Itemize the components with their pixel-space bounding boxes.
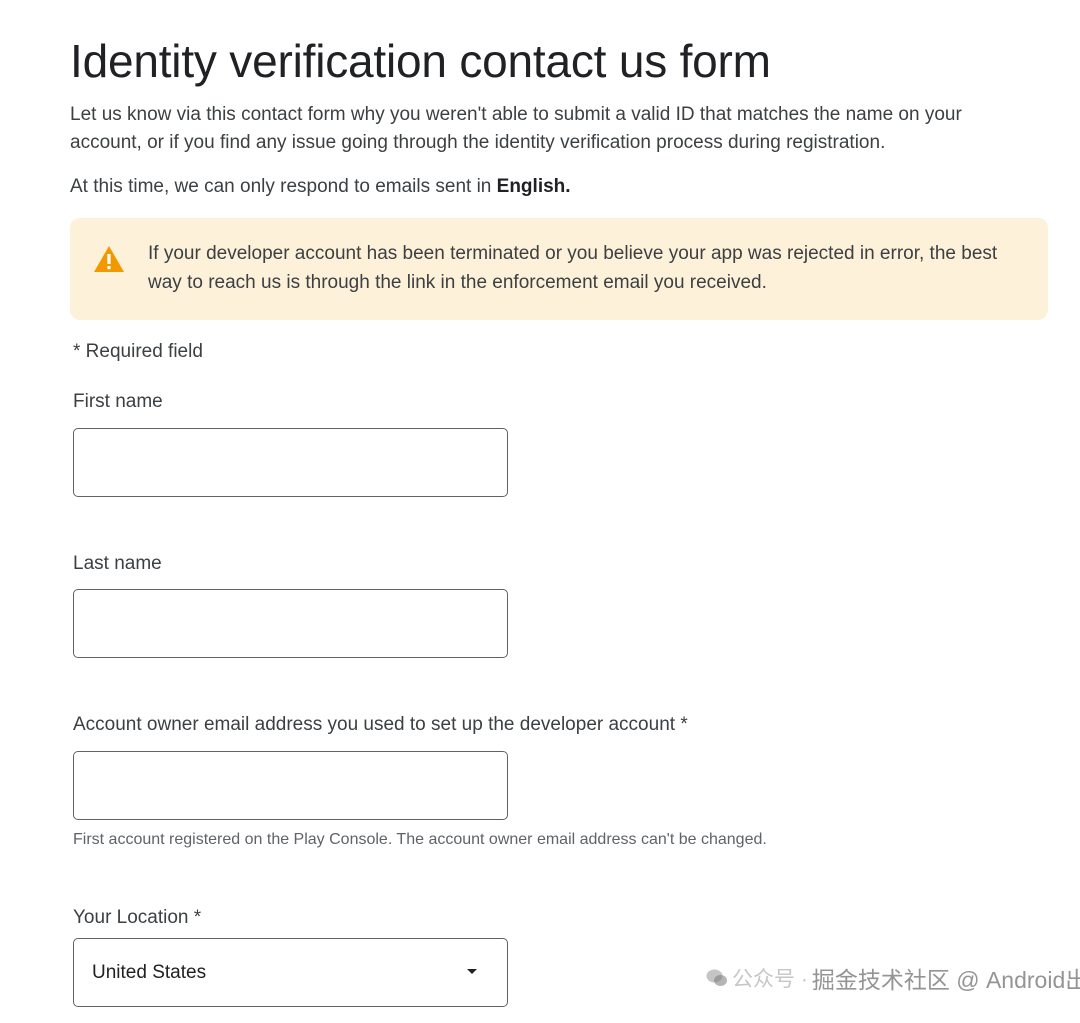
location-label: Your Location *	[73, 907, 202, 928]
location-select[interactable]: United States	[73, 938, 508, 1007]
watermark: 公众号 · 掘金技术社区 @ Android出海	[706, 960, 1080, 996]
intro-text: Let us know via this contact form why yo…	[70, 104, 962, 153]
language-note-bold: English.	[496, 176, 571, 197]
warning-triangle-icon	[94, 246, 124, 272]
first-name-label: First name	[73, 391, 163, 412]
first-name-input[interactable]	[73, 428, 508, 497]
email-label: Account owner email address you used to …	[73, 714, 688, 735]
warning-banner: If your developer account has been termi…	[70, 218, 1048, 320]
warning-text: If your developer account has been termi…	[148, 243, 998, 293]
required-field-note: * Required field	[73, 341, 203, 362]
wechat-icon	[706, 969, 727, 986]
page-title: Identity verification contact us form	[70, 35, 771, 87]
caret-down-icon	[467, 969, 477, 974]
language-note: At this time, we can only respond to ema…	[70, 173, 571, 201]
last-name-label: Last name	[73, 553, 162, 574]
last-name-input[interactable]	[73, 589, 508, 658]
watermark-prefix: 公众号 ·	[732, 968, 808, 991]
location-selected-value: United States	[92, 962, 207, 983]
email-helper-text: First account registered on the Play Con…	[73, 831, 767, 848]
language-note-text: At this time, we can only respond to ema…	[70, 176, 497, 197]
email-input[interactable]	[73, 751, 508, 820]
watermark-text: 掘金技术社区 @ Android出海	[811, 967, 1080, 993]
